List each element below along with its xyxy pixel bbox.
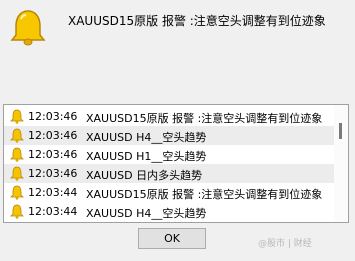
bell-icon [10,109,24,124]
alert-text: XAUUSD15原版 报警 :注意空头调整有到位迹象 [86,188,323,201]
bell-icon [10,166,24,181]
list-item[interactable]: 12:03:46 XAUUSD 日内多头趋势 [4,164,334,183]
alert-time: 12:03:44 [28,186,78,199]
watermark: @股市 | 财经 [258,239,312,249]
bell-icon [10,128,24,143]
list-item[interactable]: 12:03:44 XAUUSD15原版 报警 :注意空头调整有到位迹象 [4,183,334,202]
alert-text: XAUUSD15原版 报警 :注意空头调整有到位迹象 [86,112,323,125]
alert-text: XAUUSD H4__空头趋势 [86,131,207,144]
scrollbar-thumb[interactable] [339,123,342,139]
alert-time: 12:03:46 [28,110,78,123]
alert-time: 12:03:46 [28,148,78,161]
ok-button[interactable]: OK [138,228,206,249]
list-item[interactable]: 12:03:46 XAUUSD H1__空头趋势 [4,145,334,164]
alert-text: XAUUSD H4__空头趋势 [86,207,207,220]
alert-history-list[interactable]: 12:03:46 XAUUSD15原版 报警 :注意空头调整有到位迹象 12:0… [3,104,349,223]
vertical-scrollbar[interactable] [334,105,348,222]
alert-time: 12:03:46 [28,129,78,142]
alert-message: XAUUSD15原版 报警 :注意空头调整有到位迹象 [68,14,326,28]
alert-dialog: XAUUSD15原版 报警 :注意空头调整有到位迹象 12:03:46 XAUU… [0,0,355,261]
bell-icon [10,185,24,200]
list-item[interactable]: 12:03:46 XAUUSD H4__空头趋势 [4,126,334,145]
list-item[interactable]: 12:03:44 XAUUSD H4__空头趋势 [4,202,334,221]
bell-icon [10,147,24,162]
alert-time: 12:03:46 [28,167,78,180]
bell-icon [10,204,24,219]
alert-time: 12:03:44 [28,205,78,218]
alert-text: XAUUSD 日内多头趋势 [86,169,203,182]
bell-icon [10,10,46,46]
list-item[interactable]: 12:03:46 XAUUSD15原版 报警 :注意空头调整有到位迹象 [4,107,334,126]
alert-text: XAUUSD H1__空头趋势 [86,150,207,163]
